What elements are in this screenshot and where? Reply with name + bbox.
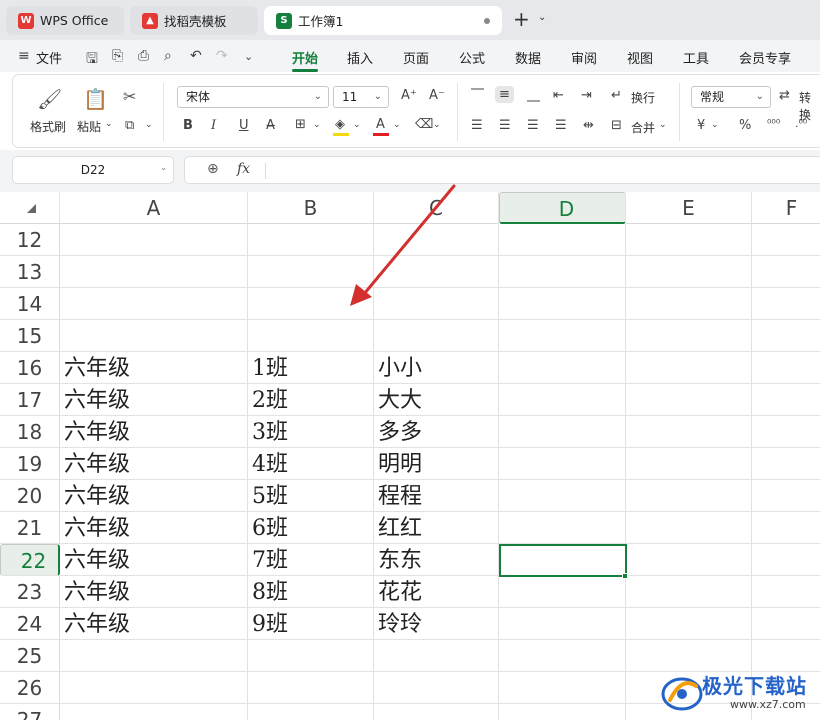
watermark: 极光下载站 www.xz7.com (660, 666, 820, 720)
annotation-arrow-line (362, 184, 456, 296)
watermark-url: www.xz7.com (730, 698, 806, 711)
watermark-logo-icon (661, 677, 703, 711)
wps-spreadsheet-window: W WPS Office ▲ 找稻壳模板 S 工作簿1 + ⌄ ≡ 文件 🖫 ⎘… (0, 0, 820, 720)
watermark-text: 极光下载站 (702, 674, 807, 698)
annotation-arrow (350, 184, 456, 306)
